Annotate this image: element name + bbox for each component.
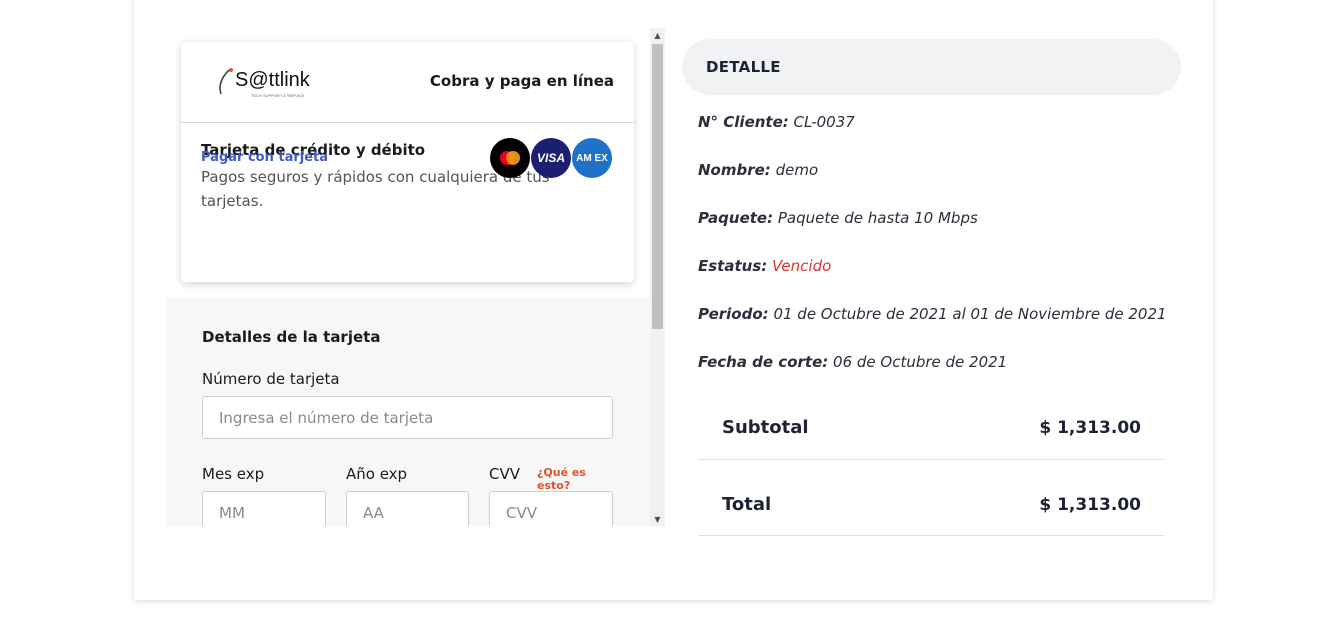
status-value: Vencido [772,257,832,275]
header-tagline: Cobra y paga en línea [429,72,614,90]
status-row: Estatus: Vencido [698,257,831,275]
frame-scrollbar[interactable]: ▲ ▼ [650,28,665,526]
subtotal-row: Subtotal $ 1,313.00 [698,384,1165,460]
total-row: Total $ 1,313.00 [698,460,1165,536]
client-value: CL-0037 [793,113,855,131]
visa-icon: VISA [531,138,571,178]
scroll-thumb[interactable] [652,44,663,329]
payment-method-card: S@ttlink TECH SUPPORT & SERVICE Cobra y … [181,42,634,282]
svg-text:S@ttlink: S@ttlink [235,69,311,91]
cvv-help-link[interactable]: ¿Qué es esto? [537,466,614,492]
mastercard-icon [490,138,530,178]
period-value: 01 de Octubre de 2021 al 01 de Noviembre… [773,305,1167,323]
cutoff-row: Fecha de corte: 06 de Octubre de 2021 [698,353,1007,371]
total-label: Total [722,494,772,515]
period-label: Periodo: [698,305,769,323]
name-row: Nombre: demo [698,161,818,179]
card-brand-icons: VISA AM EX [490,138,612,178]
exp-year-label: Año exp [346,465,408,483]
card-details-form: Detalles de la tarjeta Número de tarjeta… [202,328,614,526]
card-number-input[interactable] [202,396,613,439]
client-number-row: N° Cliente: CL-0037 [698,113,855,131]
pay-with-card-link[interactable]: Pagar con tarjeta [201,150,328,165]
card-number-label: Número de tarjeta [202,370,340,388]
detail-header: DETALLE [682,39,1181,95]
amex-icon: AM EX [572,138,612,178]
payment-card-header: S@ttlink TECH SUPPORT & SERVICE Cobra y … [181,42,634,123]
cutoff-label: Fecha de corte: [698,353,829,371]
form-title: Detalles de la tarjeta [202,328,381,346]
package-row: Paquete: Paquete de hasta 10 Mbps [698,209,978,227]
cvv-input[interactable] [489,491,613,526]
package-label: Paquete: [698,209,774,227]
cvv-label: CVV [489,465,520,483]
subtotal-label: Subtotal [722,417,809,438]
svg-text:TECH SUPPORT & SERVICE: TECH SUPPORT & SERVICE [251,93,305,98]
scroll-down-arrow-icon[interactable]: ▼ [650,512,665,526]
client-label: N° Cliente: [698,113,789,131]
exp-month-input[interactable] [202,491,326,526]
payment-frame: S@ttlink TECH SUPPORT & SERVICE Cobra y … [166,28,666,526]
scroll-up-arrow-icon[interactable]: ▲ [650,28,665,42]
exp-month-label: Mes exp [202,465,265,483]
period-row: Periodo: 01 de Octubre de 2021 al 01 de … [698,305,1167,323]
exp-year-input[interactable] [346,491,469,526]
subtotal-value: $ 1,313.00 [1039,418,1141,438]
cutoff-value: 06 de Octubre de 2021 [833,353,1008,371]
name-value: demo [775,161,819,179]
package-value: Paquete de hasta 10 Mbps [777,209,978,227]
total-value: $ 1,313.00 [1039,495,1141,515]
sattlink-logo: S@ttlink TECH SUPPORT & SERVICE [219,68,311,98]
status-label: Estatus: [698,257,768,275]
name-label: Nombre: [698,161,771,179]
